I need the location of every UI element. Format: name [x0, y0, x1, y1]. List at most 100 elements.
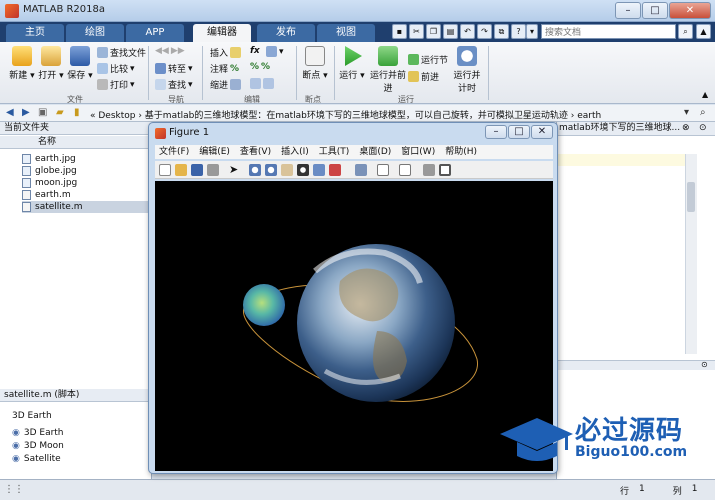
- run-time-button[interactable]: 运行并计时: [450, 46, 484, 94]
- find-files-button[interactable]: 查找文件: [97, 46, 146, 59]
- breakpoints-button[interactable]: 断点 ▾: [300, 46, 330, 81]
- name-column-header[interactable]: 名称: [0, 136, 152, 149]
- details-item: ◉ 3D Moon: [12, 441, 64, 451]
- close-icon[interactable]: ⊗: [682, 123, 690, 133]
- pointer-icon[interactable]: ➤: [229, 164, 241, 176]
- redo-icon[interactable]: ↷: [477, 24, 492, 39]
- close-button[interactable]: ✕: [669, 2, 711, 19]
- breakpoint-group-label: 断点: [305, 95, 321, 104]
- maximize-button[interactable]: □: [642, 2, 668, 19]
- paste-icon[interactable]: ▤: [443, 24, 458, 39]
- collapse-ribbon-icon[interactable]: ▲: [702, 90, 708, 99]
- advance-icon: [408, 71, 419, 82]
- comment-button[interactable]: 注释%: [210, 62, 239, 76]
- maximize-button[interactable]: □: [508, 125, 530, 139]
- zoom-in-icon[interactable]: [249, 164, 261, 176]
- path-dropdown-icon[interactable]: ▾: [684, 107, 689, 118]
- uncomment-button[interactable]: %%: [250, 62, 270, 72]
- menu-file[interactable]: 文件(F): [159, 145, 189, 159]
- copy-icon[interactable]: ❐: [426, 24, 441, 39]
- link-plot-icon[interactable]: [355, 164, 367, 176]
- help-icon[interactable]: ?: [511, 24, 526, 39]
- advance-button[interactable]: 前进: [408, 70, 439, 83]
- insert-button[interactable]: 插入: [210, 46, 242, 59]
- editor-tab-title[interactable]: matlab环境下写的三维地球...: [557, 122, 715, 136]
- save-icon[interactable]: [191, 164, 203, 176]
- new-figure-icon[interactable]: [159, 164, 171, 176]
- run-advance-button[interactable]: 运行并前进: [370, 46, 406, 94]
- legend-icon[interactable]: [399, 164, 411, 176]
- forward-icon[interactable]: ▶: [22, 107, 30, 118]
- tab-plots[interactable]: 绘图: [66, 24, 124, 42]
- matlab-logo-icon: [5, 4, 19, 18]
- open-icon[interactable]: [175, 164, 187, 176]
- tab-publish[interactable]: 发布: [257, 24, 315, 42]
- search-path-icon[interactable]: ⌕: [700, 107, 706, 118]
- folder-up-icon[interactable]: ▣: [38, 107, 47, 118]
- group-separator: [334, 46, 335, 100]
- print-icon[interactable]: [207, 164, 219, 176]
- menu-insert[interactable]: 插入(I): [281, 145, 309, 159]
- window-title: MATLAB R2018a: [23, 4, 106, 15]
- pan-icon[interactable]: [281, 164, 293, 176]
- figure-axes[interactable]: [155, 181, 553, 471]
- close-button[interactable]: ✕: [531, 125, 553, 139]
- back-icon[interactable]: ◀: [6, 107, 14, 118]
- search-input[interactable]: [541, 24, 676, 39]
- save-button[interactable]: 保存 ▾: [66, 46, 94, 81]
- chevron-down-icon[interactable]: ▾: [526, 24, 538, 39]
- nav-arrows[interactable]: ◀◀ ▶▶: [155, 46, 185, 56]
- edit-group-label: 编辑: [244, 95, 260, 104]
- menu-tools[interactable]: 工具(T): [319, 145, 350, 159]
- smart-indent-button[interactable]: [250, 78, 274, 89]
- zoom-out-icon[interactable]: [265, 164, 277, 176]
- tab-editor[interactable]: 编辑器: [193, 24, 251, 42]
- scrollbar-thumb[interactable]: [687, 182, 695, 212]
- menu-desktop[interactable]: 桌面(D): [359, 145, 391, 159]
- format-button[interactable]: ▾: [266, 46, 284, 57]
- folder-icon: [41, 46, 61, 66]
- browse-folder-icon[interactable]: ▰: [56, 107, 64, 118]
- graduation-cap-icon: [500, 418, 573, 461]
- goto-button[interactable]: 转至 ▾: [155, 62, 193, 75]
- file-row-selected[interactable]: satellite.m: [22, 201, 150, 213]
- watermark: 必过源码 Biguo100.com: [495, 410, 715, 470]
- chevron-down-icon[interactable]: ⊙: [701, 360, 708, 369]
- rotate-icon[interactable]: [297, 164, 309, 176]
- save-icon[interactable]: ▪: [392, 24, 407, 39]
- file-row[interactable]: earth.m: [22, 189, 150, 201]
- print-button[interactable]: 打印 ▾: [97, 78, 135, 91]
- run-section-button[interactable]: 运行节: [408, 53, 448, 66]
- minimize-button[interactable]: –: [615, 2, 641, 19]
- panel-menu-icon[interactable]: ⊙: [699, 123, 707, 133]
- file-row[interactable]: moon.jpg: [22, 177, 150, 189]
- undo-icon[interactable]: ↶: [460, 24, 475, 39]
- menu-window[interactable]: 窗口(W): [401, 145, 435, 159]
- menu-view[interactable]: 查看(V): [240, 145, 271, 159]
- switch-windows-icon[interactable]: ⧉: [494, 24, 509, 39]
- run-button[interactable]: 运行 ▾: [338, 46, 366, 81]
- data-cursor-icon[interactable]: [313, 164, 325, 176]
- cut-icon[interactable]: ✂: [409, 24, 424, 39]
- tab-apps[interactable]: APP: [126, 24, 184, 42]
- tab-home[interactable]: 主页: [6, 24, 64, 42]
- file-row[interactable]: globe.jpg: [22, 165, 150, 177]
- folder-path[interactable]: « Desktop › 基于matlab的三维地球模型：在matlab环境下写的…: [90, 108, 601, 121]
- fx-button[interactable]: fx: [250, 46, 260, 56]
- compare-button[interactable]: 比较 ▾: [97, 62, 135, 75]
- file-row[interactable]: earth.jpg: [22, 153, 150, 165]
- minimize-button[interactable]: –: [485, 125, 507, 139]
- new-button[interactable]: 新建 ▾: [8, 46, 36, 81]
- brush-icon[interactable]: [329, 164, 341, 176]
- indent-button[interactable]: 缩进: [210, 78, 242, 91]
- open-button[interactable]: 打开 ▾: [37, 46, 65, 81]
- search-icon[interactable]: ⌕: [678, 24, 693, 39]
- menu-edit[interactable]: 编辑(E): [199, 145, 230, 159]
- menu-help[interactable]: 帮助(H): [445, 145, 477, 159]
- tab-view[interactable]: 视图: [317, 24, 375, 42]
- hide-tools-icon[interactable]: [423, 164, 435, 176]
- colorbar-icon[interactable]: [377, 164, 389, 176]
- find-button[interactable]: 查找 ▾: [155, 78, 193, 91]
- show-tools-icon[interactable]: [439, 164, 451, 176]
- notification-icon[interactable]: ▲: [696, 24, 711, 39]
